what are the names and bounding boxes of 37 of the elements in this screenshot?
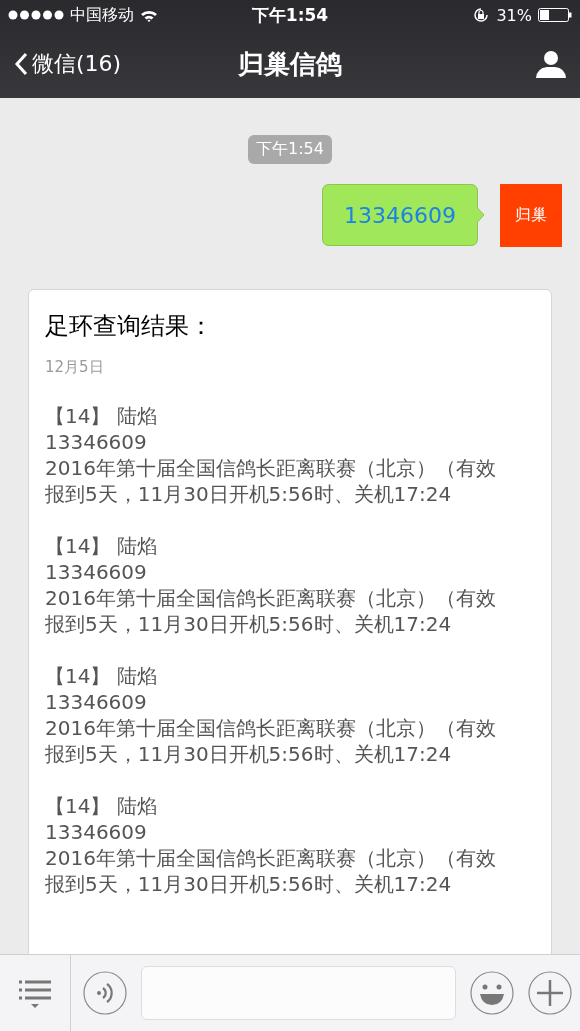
race-detail: 报到5天，11月30日开机5:56时、关机17:24 (45, 611, 452, 637)
ring-number: 13346609 (45, 689, 147, 715)
add-button[interactable] (528, 971, 572, 1015)
ring-number: 13346609 (45, 559, 147, 585)
chat-title: 归巢信鸽 (238, 47, 342, 81)
wifi-icon (140, 8, 158, 22)
race-name: 2016年第十届全国信鸽长距离联赛（北京）（有效 (45, 585, 496, 611)
menu-icon[interactable] (19, 978, 51, 1008)
race-name: 2016年第十届全国信鸽长距离联赛（北京）（有效 (45, 845, 496, 871)
card-date: 12月5日 (45, 358, 105, 377)
emoji-button[interactable] (470, 971, 514, 1015)
person-icon[interactable] (536, 50, 566, 78)
race-name: 2016年第十届全国信鸽长距离联赛（北京）（有效 (45, 715, 496, 741)
battery-icon (538, 8, 572, 22)
race-name: 2016年第十届全国信鸽长距离联赛（北京）（有效 (45, 455, 496, 481)
voice-button[interactable] (83, 971, 127, 1015)
card-title: 足环查询结果： (45, 311, 214, 342)
entry-header: 【14】 陆焰 (45, 403, 157, 429)
clock-time: 下午1:54 (250, 3, 330, 27)
race-detail: 报到5天，11月30日开机5:56时、关机17:24 (45, 871, 452, 897)
ring-number: 13346609 (45, 819, 147, 845)
signal-icon (8, 10, 64, 20)
entry-header: 【14】 陆焰 (45, 793, 157, 819)
message-bubble[interactable]: 13346609 (322, 184, 486, 246)
avatar[interactable]: 归巢 (500, 184, 562, 247)
back-icon (14, 52, 28, 76)
message-input[interactable] (141, 966, 456, 1020)
entry-header: 【14】 陆焰 (45, 663, 157, 689)
entry-header: 【14】 陆焰 (45, 533, 157, 559)
race-detail: 报到5天，11月30日开机5:56时、关机17:24 (45, 481, 452, 507)
rotation-lock-icon (472, 6, 491, 24)
ring-number: 13346609 (45, 429, 147, 455)
race-detail: 报到5天，11月30日开机5:56时、关机17:24 (45, 741, 452, 767)
back-button[interactable]: 微信(16) (14, 49, 122, 79)
message-timestamp: 下午1:54 (248, 135, 332, 164)
carrier-name: 中国移动 (70, 4, 134, 26)
battery-percent: 31% (496, 5, 532, 25)
